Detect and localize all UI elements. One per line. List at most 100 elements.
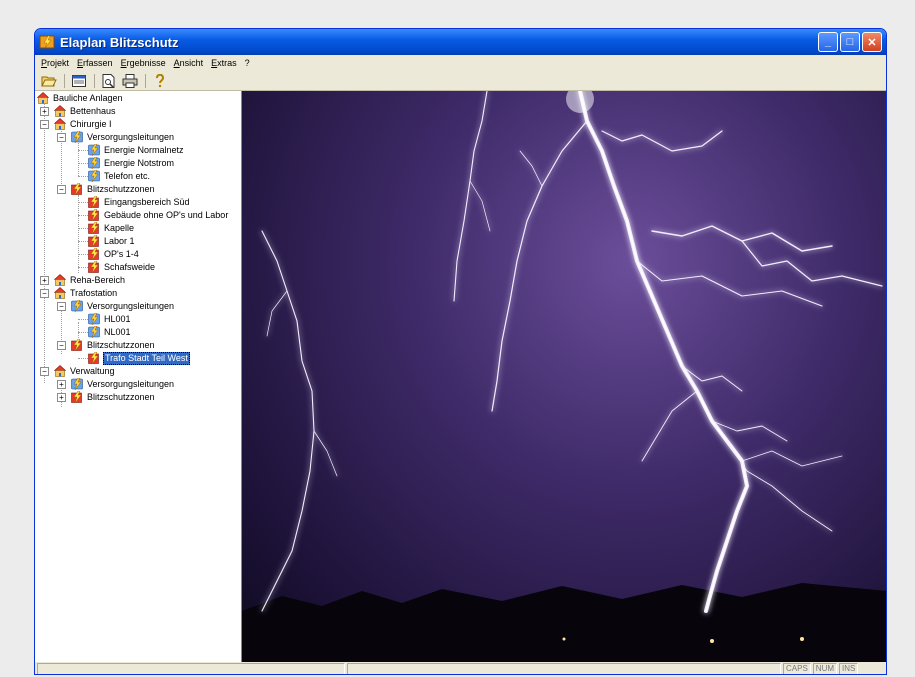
tree-node-reha[interactable]: Reha-Bereich	[54, 274, 126, 286]
lightning-zone-icon	[88, 209, 99, 221]
lightning-zone-icon	[88, 352, 99, 364]
tree-node-chirurgie-blitzschutz[interactable]: Blitzschutzzonen	[71, 183, 156, 195]
app-window: Elaplan Blitzschutz _ □ ✕ Projekt Erfass…	[34, 28, 887, 675]
help-button[interactable]	[150, 72, 170, 90]
menu-ergebnisse[interactable]: Ergebnisse	[117, 58, 170, 68]
expand-toggle[interactable]: +	[40, 107, 49, 116]
open-button[interactable]	[39, 72, 59, 90]
tree-node-energie-notstrom[interactable]: Energie Notstrom	[88, 157, 175, 169]
tree-node-label: Eingangsbereich Süd	[104, 196, 190, 207]
menu-projekt[interactable]: Projekt	[37, 58, 73, 68]
menu-help[interactable]: ?	[241, 58, 254, 68]
tree-node-bettenhaus[interactable]: Bettenhaus	[54, 105, 117, 117]
tree-node-label: NL001	[104, 326, 131, 337]
status-pane-main	[37, 663, 345, 674]
tree-connector	[78, 254, 88, 255]
tree-node-root[interactable]: Bauliche Anlagen	[37, 92, 124, 104]
tree-node-nl001[interactable]: NL001	[88, 326, 132, 338]
tree-connector	[44, 104, 45, 383]
tree-connector	[78, 228, 88, 229]
tree-node-energie-normalnetz[interactable]: Energie Normalnetz	[88, 144, 185, 156]
menu-ansicht[interactable]: Ansicht	[170, 58, 208, 68]
tree-connector	[78, 143, 79, 176]
tree-node-trafo-versorgung[interactable]: Versorgungsleitungen	[71, 300, 175, 312]
close-button[interactable]: ✕	[862, 32, 882, 52]
app-icon	[39, 35, 55, 49]
print-icon	[122, 73, 138, 88]
tree-node-label: Versorgungsleitungen	[87, 378, 175, 389]
collapse-toggle[interactable]: −	[57, 185, 66, 194]
expand-toggle[interactable]: +	[40, 276, 49, 285]
tree-node-ops[interactable]: OP's 1-4	[88, 248, 140, 260]
maximize-icon: □	[846, 36, 854, 48]
tree-node-trafostation[interactable]: Trafostation	[54, 287, 118, 299]
menu-extras[interactable]: Extras	[207, 58, 241, 68]
toolbar-separator	[94, 73, 95, 88]
maximize-button[interactable]: □	[840, 32, 860, 52]
lightning-zone-icon	[71, 339, 82, 351]
title-bar[interactable]: Elaplan Blitzschutz _ □ ✕	[35, 29, 886, 55]
tree-node-trafo-blitzschutz[interactable]: Blitzschutzzonen	[71, 339, 156, 351]
lightning-zone-icon	[71, 183, 82, 195]
tree-connector	[78, 358, 88, 359]
tree-node-verwaltung-blitzschutz[interactable]: Blitzschutzzonen	[71, 391, 156, 403]
tree-node-chirurgie[interactable]: Chirurgie I	[54, 118, 113, 130]
collapse-toggle[interactable]: −	[40, 120, 49, 129]
menu-bar: Projekt Erfassen Ergebnisse Ansicht Extr…	[35, 55, 886, 71]
lightning-zone-icon	[88, 261, 99, 273]
toolbar-separator	[145, 73, 146, 88]
caps-indicator: CAPS	[783, 663, 811, 674]
building-icon	[54, 274, 66, 286]
supply-line-icon	[88, 157, 100, 169]
tree-node-verwaltung[interactable]: Verwaltung	[54, 365, 116, 377]
collapse-toggle[interactable]: −	[57, 302, 66, 311]
tree-node-eingangsbereich[interactable]: Eingangsbereich Süd	[88, 196, 191, 208]
building-icon	[37, 92, 49, 104]
tree-node-label: Blitzschutzzonen	[87, 339, 155, 350]
tree-node-schafsweide[interactable]: Schafsweide	[88, 261, 156, 273]
expand-toggle[interactable]: +	[57, 393, 66, 402]
supply-line-icon	[88, 313, 100, 325]
tree-node-label: Versorgungsleitungen	[87, 300, 175, 311]
supply-line-icon	[88, 326, 100, 338]
tree-node-kapelle[interactable]: Kapelle	[88, 222, 135, 234]
lightning-illustration	[242, 91, 886, 662]
tree-node-gebaeude[interactable]: Gebäude ohne OP's und Labor	[88, 209, 229, 221]
tree-node-verwaltung-versorgung[interactable]: Versorgungsleitungen	[71, 378, 175, 390]
expand-toggle[interactable]: +	[57, 380, 66, 389]
supply-line-icon	[71, 378, 83, 390]
toolbar	[35, 71, 886, 91]
tree-node-labor[interactable]: Labor 1	[88, 235, 136, 247]
window-button[interactable]	[69, 72, 89, 90]
close-icon: ✕	[867, 36, 877, 49]
menu-erfassen[interactable]: Erfassen	[73, 58, 117, 68]
tree-node-trafo-stadt-teil-west[interactable]: Trafo Stadt Teil West	[88, 351, 190, 365]
content-area: Bauliche Anlagen + Bettenhaus − Chirurgi…	[35, 91, 886, 662]
tree-node-label: Blitzschutzzonen	[87, 183, 155, 194]
minimize-button[interactable]: _	[818, 32, 838, 52]
print-preview-button[interactable]	[99, 72, 119, 90]
project-tree[interactable]: Bauliche Anlagen + Bettenhaus − Chirurgi…	[35, 91, 242, 662]
tree-node-label: Bettenhaus	[70, 105, 116, 116]
tree-node-telefon[interactable]: Telefon etc.	[88, 170, 151, 182]
tree-node-label: Chirurgie I	[70, 118, 112, 129]
collapse-toggle[interactable]: −	[40, 289, 49, 298]
supply-line-icon	[71, 300, 83, 312]
print-button[interactable]	[120, 72, 140, 90]
tree-node-label: HL001	[104, 313, 131, 324]
tree-connector	[78, 163, 88, 164]
collapse-toggle[interactable]: −	[57, 341, 66, 350]
supply-line-icon	[88, 170, 100, 182]
collapse-toggle[interactable]: −	[40, 367, 49, 376]
tree-node-label: Gebäude ohne OP's und Labor	[104, 209, 229, 220]
tree-connector	[78, 195, 79, 273]
collapse-toggle[interactable]: −	[57, 133, 66, 142]
window-icon	[72, 74, 86, 87]
lightning-zone-icon	[88, 196, 99, 208]
window-title: Elaplan Blitzschutz	[60, 34, 179, 50]
tree-connector	[78, 202, 88, 203]
tree-node-hl001[interactable]: HL001	[88, 313, 132, 325]
tree-node-chirurgie-versorgung[interactable]: Versorgungsleitungen	[71, 131, 175, 143]
tree-node-label: Schafsweide	[104, 261, 156, 272]
status-bar: CAPS NUM INS	[35, 662, 886, 674]
